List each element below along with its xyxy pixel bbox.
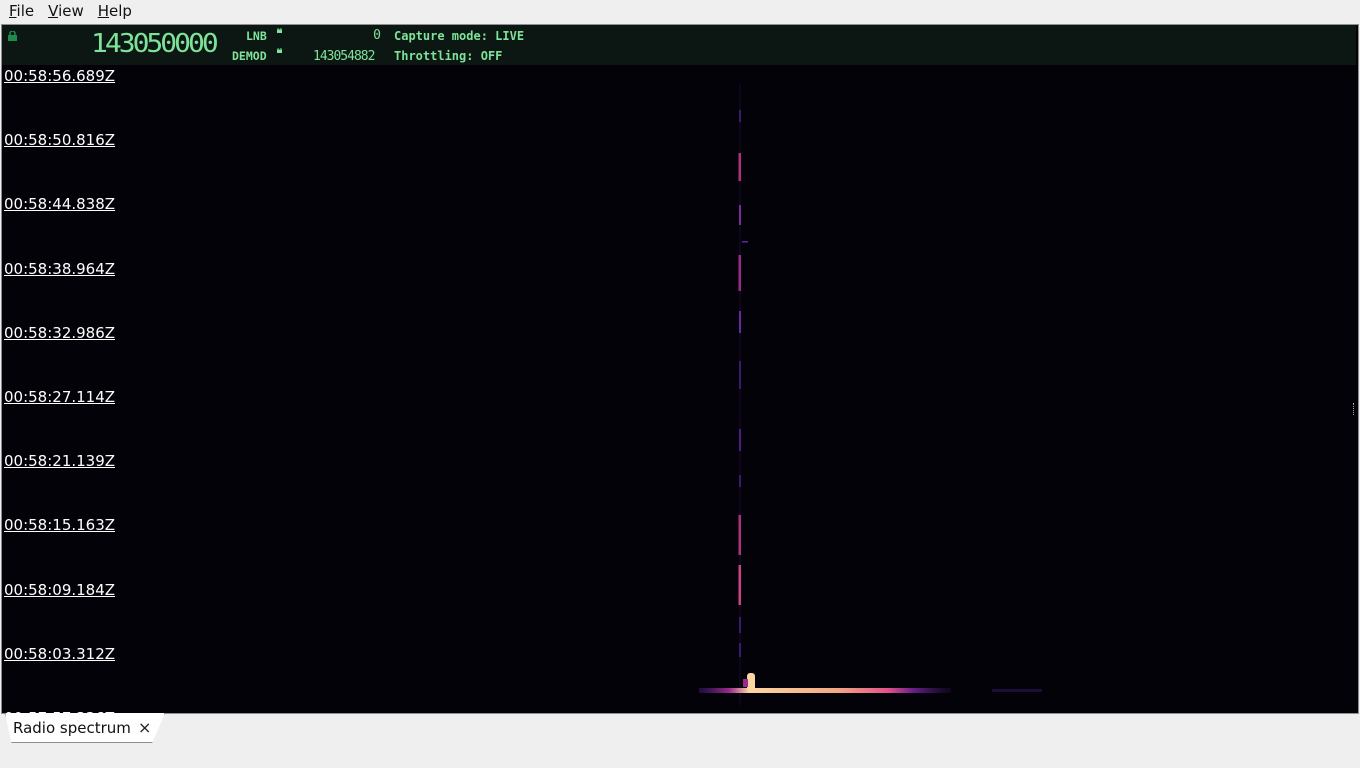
timestamp-label: 00:58:32.986Z — [4, 323, 116, 342]
throttling-status: Throttling: OFF — [394, 49, 503, 63]
timestamp-label: 00:58:38.964Z — [4, 259, 116, 278]
center-signal-trace — [738, 85, 748, 705]
lnb-frequency-value[interactable]: 0 — [373, 28, 381, 43]
waterfall-canvas[interactable] — [2, 65, 1356, 713]
menu-bar: File View Help — [0, 0, 1360, 22]
timestamp-label: 00:58:03.312Z — [4, 644, 116, 663]
timestamp-label: 00:58:09.184Z — [4, 580, 116, 599]
lock-icon[interactable] — [7, 31, 18, 41]
timestamp-label: 00:58:21.139Z — [4, 452, 116, 471]
menu-help[interactable]: Help — [89, 0, 137, 22]
resize-handle[interactable] — [1353, 403, 1356, 415]
demod-frequency-value[interactable]: 143054882 — [313, 49, 375, 64]
demod-lock-icon[interactable] — [277, 48, 282, 53]
menu-file[interactable]: File — [0, 0, 39, 22]
capture-mode-status: Capture mode: LIVE — [394, 29, 525, 43]
lnb-label: LNB — [246, 29, 267, 43]
timestamp-label: 00:58:27.114Z — [4, 388, 116, 406]
demod-label: DEMOD — [232, 49, 267, 63]
waterfall-display[interactable]: 00:58:56.689Z 00:58:50.816Z 00:58:44.838Z 0… — [2, 65, 1356, 713]
tuned-frequency-display[interactable]: 143050000 — [91, 30, 219, 58]
timestamp-label: 00:58:50.816Z — [4, 131, 116, 150]
timestamp-label: 00:58:15.163Z — [4, 516, 116, 535]
timestamp-label: 00:58:44.838Z — [4, 195, 116, 214]
bottom-signal-band — [699, 673, 1042, 693]
lnb-lock-icon[interactable] — [277, 28, 282, 33]
status-bar: 143050000 LNB 0 DEMOD 143054882 Capture … — [2, 25, 1356, 65]
tab-radio-spectrum[interactable]: Radio spectrum × — [5, 713, 165, 743]
timestamp-label: 00:58:56.689Z — [4, 67, 116, 85]
tab-label: Radio spectrum — [13, 719, 131, 737]
close-icon[interactable]: × — [138, 718, 151, 737]
menu-view[interactable]: View — [39, 0, 89, 22]
spectrum-panel: 143050000 LNB 0 DEMOD 143054882 Capture … — [1, 24, 1359, 714]
